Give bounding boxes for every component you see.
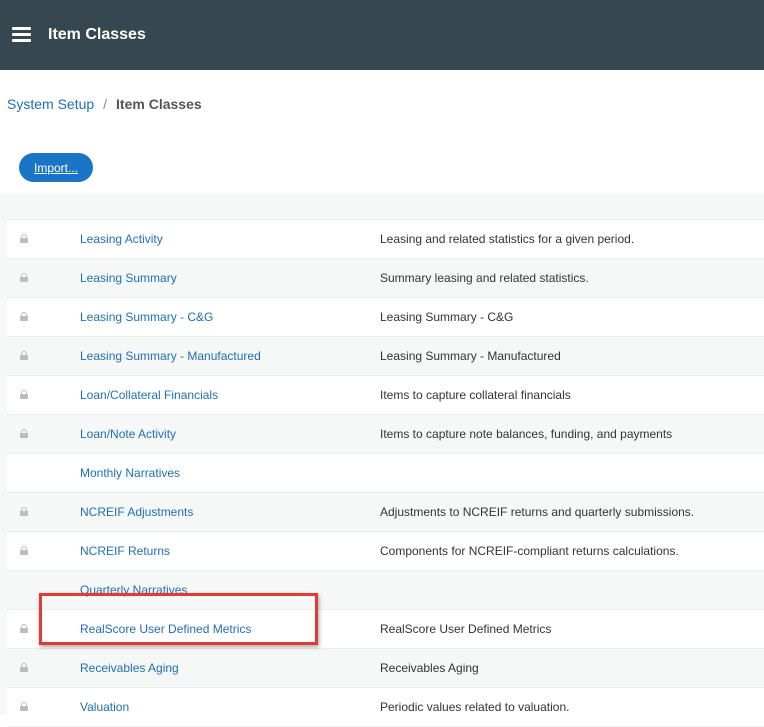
lock-icon <box>20 702 28 711</box>
item-class-name-link[interactable]: Leasing Activity <box>80 232 163 246</box>
lock-icon <box>20 507 28 516</box>
item-class-name-link[interactable]: NCREIF Returns <box>80 544 170 558</box>
lock-icon <box>20 234 28 243</box>
item-class-description: Leasing Summary - Manufactured <box>380 349 561 363</box>
item-class-name-link[interactable]: Monthly Narratives <box>80 466 180 480</box>
table-body: Leasing Activity Leasing and related stat… <box>7 220 764 727</box>
table-row[interactable]: Leasing Summary - Manufactured Leasing Su… <box>7 337 764 376</box>
table-row[interactable]: Leasing Activity Leasing and related stat… <box>7 220 764 259</box>
lock-icon <box>20 429 28 438</box>
item-class-description: Periodic values related to valuation. <box>380 700 570 714</box>
item-class-description: Items to capture note balances, funding,… <box>380 427 673 441</box>
item-class-description: Items to capture collateral financials <box>380 388 571 402</box>
item-class-description: Components for NCREIF-compliant returns … <box>380 544 679 558</box>
item-class-name-link[interactable]: Leasing Summary - C&G <box>80 310 213 324</box>
breadcrumb-current: Item Classes <box>116 96 202 112</box>
table-header <box>7 205 764 220</box>
lock-icon <box>20 390 28 399</box>
item-class-description: Leasing Summary - C&G <box>380 310 514 324</box>
lock-icon <box>20 546 28 555</box>
item-class-name-link[interactable]: Valuation <box>80 700 129 714</box>
table-row[interactable]: Receivables Aging Receivables Aging <box>7 649 764 688</box>
table-row[interactable]: Loan/Note Activity Items to capture note … <box>7 415 764 454</box>
page-title: Item Classes <box>48 26 146 43</box>
lock-icon <box>20 312 28 321</box>
hamburger-menu-icon[interactable] <box>12 27 31 42</box>
item-class-name-link[interactable]: Loan/Note Activity <box>80 427 176 441</box>
table-row[interactable]: RealScore User Defined Metrics RealScore … <box>7 610 764 649</box>
breadcrumb: System Setup / Item Classes <box>7 96 202 112</box>
item-class-description: Receivables Aging <box>380 661 479 675</box>
item-class-name-link[interactable]: RealScore User Defined Metrics <box>80 622 251 636</box>
lock-icon <box>20 663 28 672</box>
breadcrumb-separator: / <box>103 96 108 112</box>
item-class-name-link[interactable]: Leasing Summary <box>80 271 177 285</box>
lock-icon <box>20 351 28 360</box>
table-row[interactable]: Loan/Collateral Financials Items to captu… <box>7 376 764 415</box>
lock-icon <box>20 273 28 282</box>
table-row[interactable]: Quarterly Narratives <box>7 571 764 610</box>
table-row[interactable]: Leasing Summary - C&G Leasing Summary - C… <box>7 298 764 337</box>
table-row[interactable]: Valuation Periodic values related to valu… <box>7 688 764 727</box>
top-app-bar: Item Classes <box>0 0 764 70</box>
item-class-name-link[interactable]: Quarterly Narratives <box>80 583 187 597</box>
table-row[interactable]: NCREIF Returns Components for NCREIF-comp… <box>7 532 764 571</box>
item-class-description: Adjustments to NCREIF returns and quarte… <box>380 505 695 519</box>
item-class-name-link[interactable]: Loan/Collateral Financials <box>80 388 218 402</box>
item-class-description: Summary leasing and related statistics. <box>380 271 589 285</box>
lock-icon <box>20 624 28 633</box>
item-classes-table: Leasing Activity Leasing and related stat… <box>0 193 764 727</box>
table-row[interactable]: Monthly Narratives <box>7 454 764 493</box>
item-class-name-link[interactable]: Leasing Summary - Manufactured <box>80 349 261 363</box>
item-class-description: Leasing and related statistics for a giv… <box>380 232 635 246</box>
item-class-name-link[interactable]: NCREIF Adjustments <box>80 505 193 519</box>
import-button[interactable]: Import... <box>19 153 93 182</box>
item-class-description: RealScore User Defined Metrics <box>380 622 552 636</box>
table-row[interactable]: NCREIF Adjustments Adjustments to NCREIF … <box>7 493 764 532</box>
breadcrumb-system-setup[interactable]: System Setup <box>7 96 94 112</box>
item-class-name-link[interactable]: Receivables Aging <box>80 661 179 675</box>
table-row[interactable]: Leasing Summary Summary leasing and relat… <box>7 259 764 298</box>
